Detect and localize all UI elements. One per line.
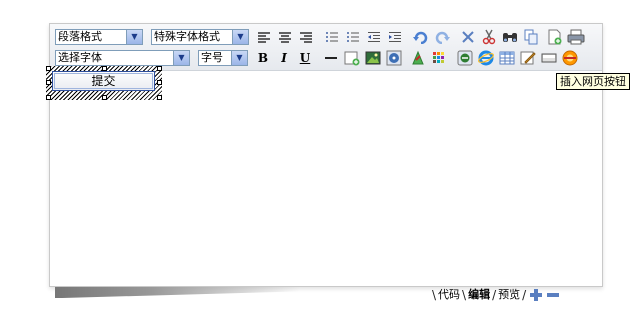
insert-input-button[interactable]	[540, 49, 558, 67]
new-page-icon	[548, 29, 562, 45]
delete-button[interactable]	[459, 28, 477, 46]
editor-shadow	[55, 287, 300, 298]
insert-textarea-icon	[520, 51, 536, 65]
new-page-button[interactable]	[546, 28, 564, 46]
copy-icon	[524, 29, 538, 45]
insert-flash-button[interactable]	[409, 49, 427, 67]
bold-button[interactable]: B	[254, 49, 272, 67]
resize-handle[interactable]	[46, 66, 51, 71]
chevron-down-icon: ▼	[232, 30, 248, 44]
align-right-icon	[300, 32, 312, 43]
bold-icon: B	[257, 51, 269, 65]
resize-handle[interactable]	[157, 95, 162, 100]
insert-table-button[interactable]	[498, 49, 516, 67]
plus-icon[interactable]	[529, 288, 543, 302]
print-button[interactable]	[567, 28, 585, 46]
color-palette-icon	[433, 52, 444, 63]
toolbar-row-1: 段落格式 ▼ 特殊字体格式 ▼	[55, 27, 585, 47]
insert-link-button[interactable]	[456, 49, 474, 67]
insert-layer-button[interactable]	[343, 49, 361, 67]
color-palette-button[interactable]	[430, 49, 448, 67]
submit-button[interactable]: 提交	[52, 71, 155, 91]
toolbar-row-2: 选择字体 ▼ 字号 ▼ B I U	[55, 48, 579, 68]
special-font-select[interactable]: 特殊字体格式 ▼	[151, 29, 249, 45]
ordered-list-button[interactable]	[344, 28, 362, 46]
undo-icon	[413, 31, 428, 44]
insert-media-icon	[386, 50, 402, 66]
find-icon	[503, 33, 517, 42]
underline-button[interactable]: U	[296, 49, 314, 67]
editing-area[interactable]: 提交	[46, 66, 602, 286]
horizontal-rule-button[interactable]	[322, 49, 340, 67]
outdent-icon	[368, 32, 380, 42]
italic-icon: I	[281, 51, 287, 65]
insert-textarea-button[interactable]	[519, 49, 537, 67]
tab-code[interactable]: 代码	[436, 288, 462, 302]
internet-explorer-button[interactable]	[477, 49, 495, 67]
align-left-icon	[258, 32, 270, 43]
editor-toolbar: 段落格式 ▼ 特殊字体格式 ▼ 选择字体 ▼ 字号 ▼ B I U	[50, 24, 602, 71]
font-family-select[interactable]: 选择字体 ▼	[55, 50, 190, 66]
chevron-down-icon: ▼	[173, 51, 189, 65]
insert-media-button[interactable]	[385, 49, 403, 67]
font-size-select[interactable]: 字号 ▼	[198, 50, 248, 66]
insert-layer-icon	[344, 51, 360, 66]
insert-image-icon	[365, 51, 381, 65]
tab-preview[interactable]: 预览	[496, 288, 522, 302]
insert-image-button[interactable]	[364, 49, 382, 67]
ordered-list-icon	[347, 32, 359, 42]
unordered-list-icon	[326, 32, 338, 42]
paragraph-format-select[interactable]: 段落格式 ▼	[55, 29, 143, 45]
selected-element-frame[interactable]: 提交	[46, 66, 162, 100]
resize-handle[interactable]	[157, 80, 162, 85]
resize-handle[interactable]	[102, 95, 107, 100]
copy-button[interactable]	[522, 28, 540, 46]
resize-handle[interactable]	[46, 95, 51, 100]
paragraph-format-label: 段落格式	[58, 30, 102, 43]
insert-button-icon	[562, 50, 578, 66]
minus-icon[interactable]	[546, 288, 560, 302]
align-left-button[interactable]	[255, 28, 273, 46]
cut-icon	[482, 29, 496, 45]
font-size-label: 字号	[201, 51, 223, 64]
redo-button[interactable]	[433, 28, 451, 46]
special-font-label: 特殊字体格式	[154, 30, 220, 43]
horizontal-rule-icon	[325, 57, 337, 59]
chevron-down-icon: ▼	[126, 30, 142, 44]
undo-button[interactable]	[412, 28, 430, 46]
internet-explorer-icon	[478, 50, 494, 66]
align-right-button[interactable]	[297, 28, 315, 46]
tab-edit[interactable]: 编辑	[466, 288, 492, 302]
outdent-button[interactable]	[365, 28, 383, 46]
indent-button[interactable]	[386, 28, 404, 46]
indent-icon	[389, 32, 401, 42]
align-center-icon	[279, 32, 291, 43]
html-editor: 段落格式 ▼ 特殊字体格式 ▼ 选择字体 ▼ 字号 ▼ B I U 提交	[46, 23, 603, 287]
insert-flash-icon	[412, 50, 424, 65]
resize-handle[interactable]	[46, 80, 51, 85]
insert-link-icon	[457, 50, 473, 66]
chevron-down-icon: ▼	[231, 51, 247, 65]
resize-handle[interactable]	[157, 66, 162, 71]
delete-icon	[462, 31, 474, 43]
underline-icon: U	[299, 51, 311, 65]
insert-button-button[interactable]	[561, 49, 579, 67]
align-center-button[interactable]	[276, 28, 294, 46]
print-icon	[567, 29, 585, 45]
tooltip: 插入网页按钮	[556, 73, 630, 90]
insert-table-icon	[499, 51, 515, 65]
italic-button[interactable]: I	[275, 49, 293, 67]
insert-input-icon	[541, 53, 557, 63]
find-button[interactable]	[501, 28, 519, 46]
unordered-list-button[interactable]	[323, 28, 341, 46]
redo-icon	[435, 31, 450, 44]
view-mode-tabs: \ 代码 \ 编辑 / 预览 /	[432, 288, 560, 302]
cut-button[interactable]	[480, 28, 498, 46]
font-family-label: 选择字体	[58, 51, 102, 64]
